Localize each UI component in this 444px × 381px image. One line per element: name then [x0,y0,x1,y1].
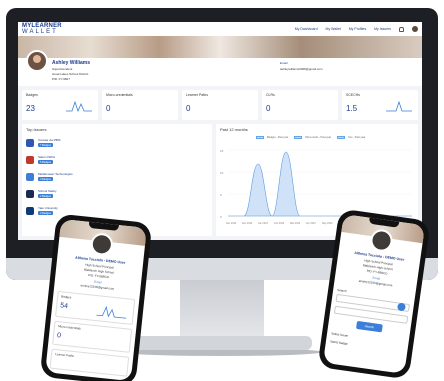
issuer-name: Metaknower Technologies [38,172,73,176]
x-tick: Nov 2022 [226,222,237,225]
email-value: ashleywilliams9008@gmail.com [280,67,323,71]
phone-badges-value: 54 [59,302,69,311]
phone-micro-label: Micro-credentials [57,324,81,331]
issuer-logo-icon [26,190,34,198]
issuer-name: School Safety [38,189,57,193]
phone-search-label: Search [336,287,347,294]
issuer-item[interactable]: Yale University 2 Badges [26,206,206,220]
phone-paths-card[interactable]: Learner Paths [49,348,130,377]
stat-value-micro-credentials: 0 [106,104,111,113]
phone-micro-card[interactable]: Micro-credentials 0 [52,320,133,353]
x-tick: Dec 2022 [242,222,253,225]
y-tick: 15 [220,149,224,153]
x-tick: Apr 2023 [306,222,316,225]
nav-my-profiles[interactable]: My Profiles [349,27,366,31]
phone-paths-label: Learner Paths [54,352,75,358]
user-avatar[interactable] [412,26,418,32]
profile-card: Ashley Williams Superintendent Great Lak… [18,50,422,86]
y-tick: 10 [220,171,224,175]
profile-name: Ashley Williams [52,60,91,66]
phone-search-button[interactable]: Search [355,320,383,333]
phone-badges-label: Badges [60,294,72,300]
nav-my-dashboard[interactable]: My Dashboard [295,27,318,31]
profile-school: Great Lakes School District [52,72,89,76]
issuer-name: Salem ISD/A [38,155,56,159]
phone-badges-card[interactable]: Badges 54 [55,290,136,325]
stat-value-scechs: 1.5 [346,104,358,113]
profile-id: PID: FY-9827 [52,77,70,81]
issuer-badge-count: 2 Badges [38,194,53,198]
issuer-badge-count: 5 Badges [38,160,53,164]
right-phone-screen: Althena Tucciolo - DEMO User High School… [322,214,426,374]
stat-card-scechs[interactable]: SCECHs 1.5 [342,90,418,120]
profile-banner-image [18,36,422,58]
top-issuers-title: Top Issuers [26,127,47,132]
stat-card-clrs[interactable]: CLRs 0 [262,90,338,120]
issuer-badge-count: 7 Badges [38,143,53,147]
top-navigation-bar: MYLEARNER WALLET My Dashboard My Wallet … [18,22,422,36]
stat-value-badges: 23 [26,104,35,113]
nav-links: My Dashboard My Wallet My Profiles My Is… [295,26,418,32]
stat-label-clrs: CLRs [266,93,275,97]
stat-label-scechs: SCECHs [346,93,361,97]
issuer-item[interactable]: Canvas via PBIS 7 Badges [26,138,206,152]
nav-my-wallet[interactable]: My Wallet [326,27,341,31]
phone-sparkline [96,305,127,319]
notification-bell-icon[interactable] [399,26,404,32]
issuer-item[interactable]: Salem ISD/A 5 Badges [26,155,206,169]
stat-label-micro-credentials: Micro-credentials [106,93,133,97]
issuer-logo-icon [26,207,34,215]
x-tick: Jan 2023 [258,222,269,225]
stats-row: Badges 23 Micro-credentials 0 Learner Pa… [22,90,418,120]
phone-list-item[interactable]: Select Badge [330,339,348,345]
y-tick: 5 [220,193,222,197]
nav-my-issuers[interactable]: My Issuers [374,27,391,31]
issuer-item[interactable]: School Safety 2 Badges [26,189,206,203]
app-logo[interactable]: MYLEARNER WALLET [22,23,62,35]
issuer-item[interactable]: Metaknower Technologies 3 Badges [26,172,206,186]
monitor-screen: MYLEARNER WALLET My Dashboard My Wallet … [18,22,422,240]
issuer-name: Canvas via PBIS [38,138,61,142]
stat-card-micro-credentials[interactable]: Micro-credentials 0 [102,90,178,120]
issuer-name: Yale University [38,206,58,210]
profile-role: Superintendent [52,67,73,71]
logo-bottom-text: WALLET [22,29,58,35]
issuer-logo-icon [26,139,34,147]
monitor-stand-base [132,336,312,350]
issuer-logo-icon [26,173,34,181]
email-label: Email [280,61,288,65]
phone-list-item[interactable]: Select Issuer [331,331,349,337]
stat-label-learner-paths: Learner Paths [186,93,208,97]
monitor-stand-neck [180,280,264,338]
sparkline-badges [66,100,92,112]
x-tick: May 2023 [322,222,333,225]
y-tick: 0 [220,215,222,219]
stat-card-learner-paths[interactable]: Learner Paths 0 [182,90,258,120]
stat-value-learner-paths: 0 [186,104,191,113]
x-tick: Feb 2023 [274,222,285,225]
issuer-logo-icon [26,156,34,164]
sparkline-scechs [386,100,412,112]
phone-micro-value: 0 [56,332,62,340]
stat-card-badges[interactable]: Badges 23 [22,90,98,120]
left-phone-screen: Althena Tucciolo - DEMO User High School… [45,218,147,381]
stat-value-clrs: 0 [266,104,271,113]
device-mockup-scene: MYLEARNER WALLET My Dashboard My Wallet … [0,0,444,381]
stat-label-badges: Badges [26,93,38,97]
issuer-badge-count: 3 Badges [38,177,53,181]
badges-area-series [228,151,412,217]
x-tick: Mar 2023 [290,222,301,225]
left-phone: Althena Tucciolo - DEMO User High School… [39,213,153,381]
profile-photo [26,50,48,72]
issuer-badge-count: 2 Badges [38,211,53,215]
